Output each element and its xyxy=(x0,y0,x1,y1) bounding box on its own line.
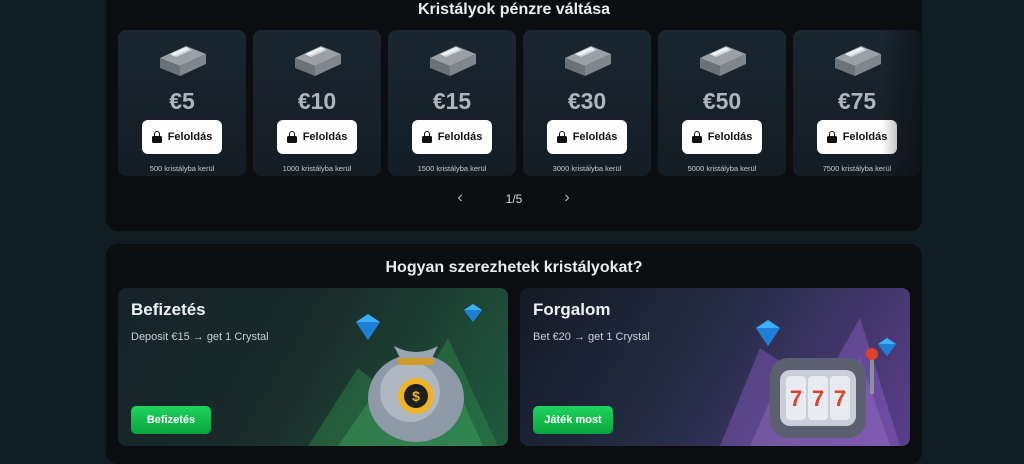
deposit-button[interactable]: Befizetés xyxy=(131,406,211,434)
lock-icon xyxy=(286,131,297,143)
unlock-button-label: Feloldás xyxy=(842,131,888,143)
exchange-cards: €5 Feloldás 500 kristályba kerül €10 Fel… xyxy=(118,30,922,176)
unlock-button[interactable]: Feloldás xyxy=(817,120,897,154)
unlock-button[interactable]: Feloldás xyxy=(412,120,492,154)
unlock-button-label: Feloldás xyxy=(302,131,348,143)
money-stack-icon xyxy=(295,46,341,76)
turnover-description: Bet €20 → get 1 Crystal xyxy=(533,331,650,343)
turnover-title: Forgalom xyxy=(533,300,611,319)
svg-text:7: 7 xyxy=(834,386,846,411)
slot-machine-illustration: 7 7 7 xyxy=(720,318,900,446)
amount-label: €15 xyxy=(432,88,472,114)
amount-label: €30 xyxy=(567,88,607,114)
crystal-exchange-panel: Kristályok pénzre váltása €5 Feloldás 50… xyxy=(106,0,922,231)
deposit-description: Deposit €15 → get 1 Crystal xyxy=(131,331,269,343)
amount-label: €75 xyxy=(837,88,877,114)
exchange-card: €75 Feloldás 7500 kristályba kerül xyxy=(793,30,921,176)
how-to-earn-panel: Hogyan szerezhetek kristályokat? $ Befiz… xyxy=(106,244,922,464)
money-stack-icon xyxy=(430,46,476,76)
exchange-card: €5 Feloldás 500 kristályba kerül xyxy=(118,30,246,176)
cost-note: 5000 kristályba kerül xyxy=(687,164,757,173)
carousel-pager: ‹ 1/5 › xyxy=(106,188,922,208)
panel-title: Kristályok pénzre váltása xyxy=(417,1,611,18)
unlock-button[interactable]: Feloldás xyxy=(547,120,627,154)
lock-icon xyxy=(151,131,162,143)
unlock-button[interactable]: Feloldás xyxy=(277,120,357,154)
lock-icon xyxy=(691,131,702,143)
svg-text:7: 7 xyxy=(812,386,824,411)
cost-note: 7500 kristályba kerül xyxy=(822,164,892,173)
money-stack-icon xyxy=(700,46,746,76)
unlock-button-label: Feloldás xyxy=(167,131,213,143)
exchange-card: €30 Feloldás 3000 kristályba kerül xyxy=(523,30,651,176)
unlock-button-label: Feloldás xyxy=(572,131,618,143)
unlock-button[interactable]: Feloldás xyxy=(682,120,762,154)
lock-icon xyxy=(556,131,567,143)
chevron-right-icon[interactable]: › xyxy=(561,190,573,206)
cost-note: 3000 kristályba kerül xyxy=(552,164,622,173)
deposit-title: Befizetés xyxy=(131,300,206,319)
cost-note: 1000 kristályba kerül xyxy=(282,164,352,173)
money-stack-icon xyxy=(160,46,206,76)
amount-label: €10 xyxy=(297,88,337,114)
amount-label: €5 xyxy=(169,88,195,114)
svg-text:7: 7 xyxy=(790,386,802,411)
amount-label: €50 xyxy=(702,88,742,114)
money-bag-illustration: $ xyxy=(308,304,498,446)
exchange-card: €10 Feloldás 1000 kristályba kerül xyxy=(253,30,381,176)
deposit-card: $ Befizetés Deposit €15 → get 1 Crystal … xyxy=(118,288,508,446)
lock-icon xyxy=(421,131,432,143)
page-indicator: 1/5 xyxy=(505,192,523,206)
play-now-button[interactable]: Játék most xyxy=(533,406,613,434)
money-stack-icon xyxy=(565,46,611,76)
money-stack-icon xyxy=(835,46,881,76)
exchange-card: €15 Feloldás 1500 kristályba kerül xyxy=(388,30,516,176)
cost-note: 1500 kristályba kerül xyxy=(417,164,487,173)
lock-icon xyxy=(826,131,837,143)
unlock-button[interactable]: Feloldás xyxy=(142,120,222,154)
turnover-card: 7 7 7 Forgalom Bet €20 → get 1 Crystal J… xyxy=(520,288,910,446)
panel-title: Hogyan szerezhetek kristályokat? xyxy=(385,259,643,276)
exchange-card: €50 Feloldás 5000 kristályba kerül xyxy=(658,30,786,176)
unlock-button-label: Feloldás xyxy=(707,131,753,143)
svg-text:$: $ xyxy=(412,388,420,404)
cost-note: 500 kristályba kerül xyxy=(149,164,215,173)
unlock-button-label: Feloldás xyxy=(437,131,483,143)
